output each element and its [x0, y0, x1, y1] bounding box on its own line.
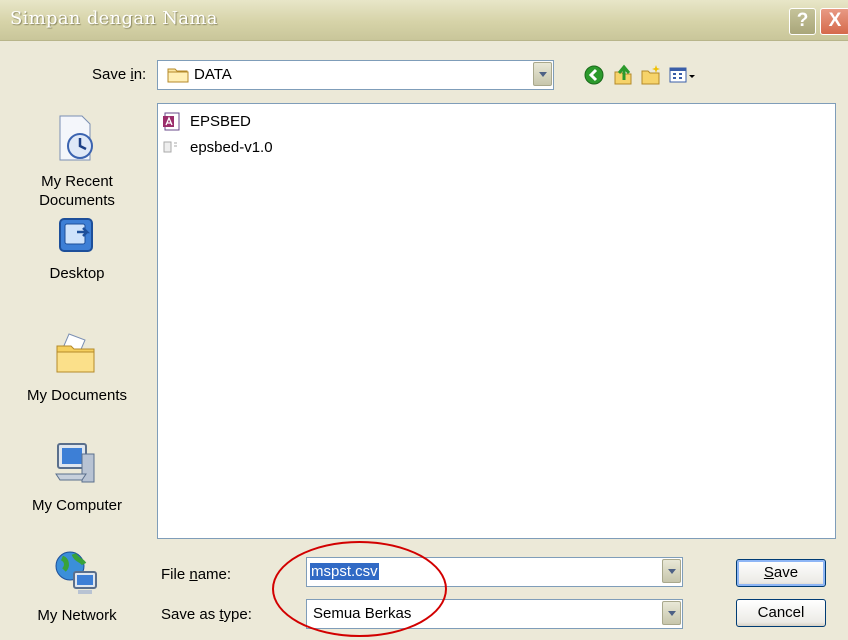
file-name-label: File name: [161, 566, 232, 583]
close-button[interactable]: X [820, 8, 848, 35]
title-bar[interactable]: Simpan dengan Nama ? X [0, 0, 848, 41]
place-my-network[interactable]: My Network [7, 548, 147, 628]
save-button[interactable]: Save [736, 559, 826, 587]
views-menu-icon[interactable] [668, 64, 698, 86]
dialog-title: Simpan dengan Nama [10, 8, 218, 29]
file-name: epsbed-v1.0 [190, 139, 273, 156]
chevron-down-icon[interactable] [662, 601, 681, 625]
chevron-down-icon[interactable] [662, 559, 681, 583]
new-folder-icon[interactable] [640, 64, 662, 86]
place-my-computer[interactable]: My Computer [7, 440, 147, 520]
place-recent-documents[interactable]: My Recent Documents [7, 108, 147, 209]
save-in-label: Save in: [92, 66, 147, 83]
chevron-down-icon[interactable] [533, 62, 552, 86]
my-documents-icon [56, 333, 95, 373]
file-icon [163, 141, 177, 153]
places-bar: My Recent Documents Desktop My Documents… [7, 100, 147, 640]
help-button[interactable]: ? [789, 8, 816, 35]
desktop-icon [59, 218, 93, 252]
up-folder-icon[interactable] [612, 64, 634, 86]
back-icon[interactable] [583, 64, 605, 86]
cancel-button[interactable]: Cancel [736, 599, 826, 627]
my-computer-icon [55, 443, 95, 483]
save-as-type-label: Save as type: [161, 606, 252, 623]
place-desktop[interactable]: Desktop [7, 214, 147, 294]
folder-icon [167, 66, 189, 87]
file-name: EPSBED [190, 113, 251, 130]
save-in-value: DATA [194, 66, 232, 83]
place-my-documents[interactable]: My Documents [7, 330, 147, 410]
annotation-ellipse [272, 541, 447, 637]
recent-documents-icon [59, 115, 93, 161]
file-list[interactable]: EPSBED epsbed-v1.0 [157, 103, 836, 539]
access-file-icon [163, 112, 180, 131]
my-network-icon [55, 551, 97, 594]
save-in-dropdown[interactable]: DATA [157, 60, 554, 90]
